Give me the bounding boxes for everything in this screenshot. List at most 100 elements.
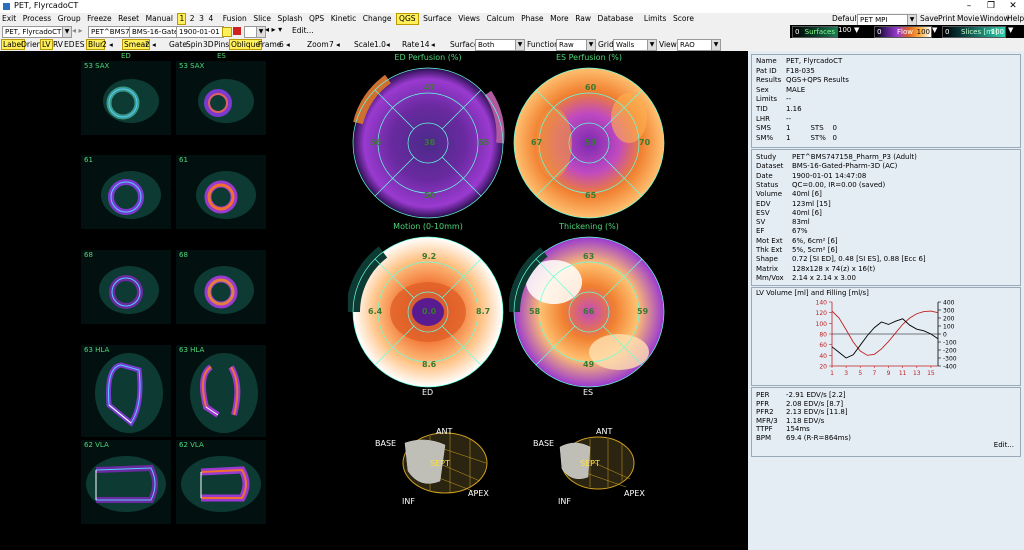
ed-perfusion-map[interactable]: ED Perfusion (%) 47 56 38 55 50 bbox=[348, 53, 508, 225]
blur-arrow-icon[interactable]: ◂ bbox=[109, 39, 113, 50]
smear-arrow-icon[interactable]: ◂ bbox=[152, 39, 156, 50]
surfaces-colorbar[interactable]: 0 Surfaces bbox=[792, 26, 838, 38]
slices-colorbar[interactable]: 0 Slices [ml] 100 bbox=[942, 26, 1006, 38]
info-key: SMS bbox=[756, 124, 771, 133]
info-value: -- bbox=[786, 114, 792, 123]
function-select[interactable]: Raw ▼ bbox=[556, 39, 596, 51]
menu-qps[interactable]: QPS bbox=[307, 13, 326, 25]
menu-views[interactable]: Views bbox=[456, 13, 482, 25]
frame-select[interactable]: ▼ bbox=[244, 26, 266, 38]
ed-toggle[interactable]: ED bbox=[64, 39, 75, 50]
slice-ed-sax-1[interactable]: 53 SAX bbox=[81, 61, 171, 135]
nav-left-icon[interactable]: ◂ ▸ bbox=[72, 26, 83, 35]
grid-select[interactable]: Walls ▼ bbox=[613, 39, 657, 51]
info-value: 69.4 (R-R=864ms) bbox=[786, 434, 851, 442]
ed-ant-label: ANT bbox=[436, 427, 453, 436]
menu-kinetic[interactable]: Kinetic bbox=[329, 13, 359, 25]
menu-surface[interactable]: Surface bbox=[421, 13, 454, 25]
es-toggle[interactable]: ES bbox=[75, 39, 85, 50]
info-value: 40ml [6] bbox=[792, 208, 822, 217]
menu-phase[interactable]: Phase bbox=[519, 13, 545, 25]
lv-toggle[interactable]: LV bbox=[40, 39, 53, 50]
menu-splash[interactable]: Splash bbox=[276, 13, 305, 25]
menu-reset[interactable]: Reset bbox=[116, 13, 141, 25]
menu-qgs[interactable]: QGS bbox=[396, 13, 419, 25]
menu-database[interactable]: Database bbox=[596, 13, 636, 25]
slice-ed-vla[interactable]: 62 VLA bbox=[81, 440, 171, 524]
info-key: Matrix bbox=[756, 264, 779, 273]
dataset-select[interactable]: PET^BMS747 bbox=[88, 26, 132, 38]
thickening-map[interactable]: Thickening (%) 63 58 66 59 49 ES bbox=[509, 222, 669, 397]
edit-link[interactable]: Edit... bbox=[292, 26, 314, 35]
info-value: MALE bbox=[786, 85, 806, 94]
menu-num-3[interactable]: 3 bbox=[198, 13, 205, 25]
date-select[interactable]: 1900-01-01 14 bbox=[176, 26, 224, 38]
ed-surface-view[interactable]: BASE ANT SEPT INF APEX bbox=[370, 421, 500, 516]
stop-icon[interactable] bbox=[233, 27, 241, 35]
scale-label: Scale bbox=[354, 40, 375, 49]
minimize-button[interactable]: – bbox=[958, 0, 980, 13]
gate-toggle[interactable]: Gate bbox=[169, 39, 187, 50]
defaults-select[interactable]: PET MPI ▼ bbox=[857, 14, 917, 25]
x-tick-label: 3 bbox=[844, 370, 848, 377]
slice-es-sax-1[interactable]: 53 SAX bbox=[176, 61, 266, 135]
flow-max: 100 bbox=[916, 28, 930, 36]
patient-value: PET, FlyrcadoCT bbox=[5, 28, 62, 36]
info-key: SV bbox=[756, 218, 766, 227]
rate-arrow-icon[interactable]: ◂ bbox=[431, 39, 435, 50]
info-row: Dataset BMS-16-Gated-Pharm-3D (AC) bbox=[756, 162, 897, 171]
frame-arrow-icon[interactable]: ◂ bbox=[286, 39, 290, 50]
menu-process[interactable]: Process bbox=[21, 13, 53, 25]
slice-es-vla[interactable]: 62 VLA bbox=[176, 440, 266, 524]
slice-ed-hla[interactable]: 63 HLA bbox=[81, 345, 171, 437]
menu-group[interactable]: Group bbox=[56, 13, 83, 25]
rv-toggle[interactable]: RV bbox=[53, 39, 63, 50]
flow-dropdown-icon[interactable]: ▼ bbox=[932, 26, 937, 34]
menu-help[interactable]: Help bbox=[1005, 13, 1024, 25]
y-left-tick-label: 20 bbox=[819, 364, 827, 371]
slices-dropdown-icon[interactable]: ▼ bbox=[1008, 26, 1013, 34]
flow-colorbar[interactable]: 0 Flow 100 bbox=[874, 26, 932, 38]
spin-toggle[interactable]: Spin bbox=[186, 39, 202, 50]
pins-toggle[interactable]: Pins bbox=[214, 39, 229, 50]
maximize-button[interactable]: ❐ bbox=[980, 0, 1002, 13]
es-perfusion-map[interactable]: ES Perfusion (%) 60 67 53 70 65 bbox=[509, 53, 669, 225]
slice-es-sax-3[interactable]: 68 bbox=[176, 250, 266, 324]
menu-num-1[interactable]: 1 bbox=[177, 13, 187, 25]
view-select[interactable]: RAO ▼ bbox=[677, 39, 721, 51]
menu-more[interactable]: More bbox=[548, 13, 571, 25]
menu-num-2[interactable]: 2 bbox=[189, 13, 196, 25]
es-surface-view[interactable]: BASE ANT SEPT INF APEX bbox=[530, 421, 660, 516]
surfaces-dropdown-icon[interactable]: ▼ bbox=[854, 26, 859, 34]
filling-edit-button[interactable]: Edit... bbox=[994, 441, 1014, 449]
menu-change[interactable]: Change bbox=[361, 13, 394, 25]
close-button[interactable]: ✕ bbox=[1002, 0, 1024, 13]
3d-toggle[interactable]: 3D bbox=[203, 39, 214, 50]
slice-ed-sax-3[interactable]: 68 bbox=[81, 250, 171, 324]
zoom-arrow-icon[interactable]: ◂ bbox=[336, 39, 340, 50]
menu-score[interactable]: Score bbox=[671, 13, 696, 25]
surface-select[interactable]: Both ▼ bbox=[475, 39, 525, 51]
protocol-select[interactable]: BMS-16-Gated bbox=[129, 26, 179, 38]
menu-num-4[interactable]: 4 bbox=[207, 13, 214, 25]
menu-slice[interactable]: Slice bbox=[251, 13, 273, 25]
patient-select[interactable]: PET, FlyrcadoCT ▼ bbox=[2, 26, 72, 38]
menu-calcum[interactable]: Calcum bbox=[484, 13, 516, 25]
menu-fusion[interactable]: Fusion bbox=[221, 13, 249, 25]
info-value: 0.72 [SI ED], 0.48 [SI ES], 0.88 [Ecc 6] bbox=[792, 255, 926, 264]
slice-es-hla[interactable]: 63 HLA bbox=[176, 345, 266, 437]
menu-raw[interactable]: Raw bbox=[573, 13, 593, 25]
menu-freeze[interactable]: Freeze bbox=[85, 13, 113, 25]
menu-limits[interactable]: Limits bbox=[642, 13, 669, 25]
flag-icon[interactable] bbox=[222, 27, 232, 37]
scale-arrow-icon[interactable]: ◂ bbox=[386, 39, 390, 50]
slice-es-sax-2[interactable]: 61 bbox=[176, 155, 266, 229]
image-viewer[interactable]: ED ES 53 SAX 53 SAX 61 61 68 68 63 HLA 6… bbox=[0, 51, 748, 550]
thick-apex: 66 bbox=[583, 307, 595, 316]
nav-arrows-icon[interactable]: ◂ ▸ ▾ bbox=[265, 25, 282, 34]
menu-manual[interactable]: Manual bbox=[144, 13, 175, 25]
slice-ed-sax-2[interactable]: 61 bbox=[81, 155, 171, 229]
es-base-label: BASE bbox=[533, 439, 555, 448]
menu-exit[interactable]: Exit bbox=[0, 13, 18, 25]
motion-map[interactable]: Motion (0-10mm) 9.2 6.4 0.0 8.7 8.6 ED bbox=[348, 222, 508, 397]
